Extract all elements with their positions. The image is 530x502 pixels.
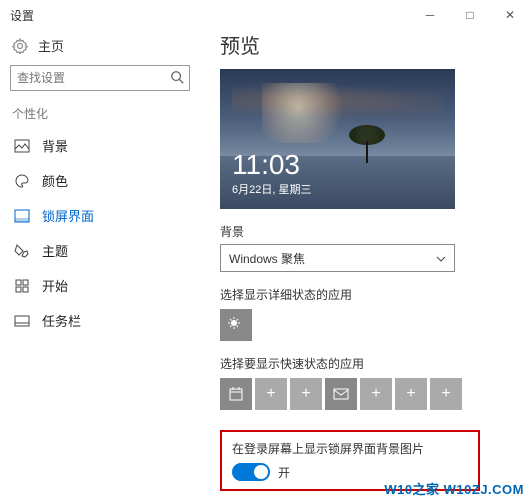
picture-icon <box>14 138 30 154</box>
minimize-button[interactable]: ─ <box>410 0 450 30</box>
quick-status-label: 选择要显示快速状态的应用 <box>220 355 520 372</box>
toggle-state: 开 <box>278 464 290 481</box>
nav-label: 背景 <box>42 136 68 155</box>
maximize-button[interactable]: □ <box>450 0 490 30</box>
nav-label: 任务栏 <box>42 311 81 330</box>
quick-status-add-1[interactable]: + <box>255 378 287 410</box>
calendar-icon <box>228 386 244 402</box>
plus-icon: + <box>371 385 380 403</box>
lockscreen-icon <box>14 208 30 224</box>
nav-label: 颜色 <box>42 171 68 190</box>
preview-heading: 预览 <box>220 30 520 59</box>
search-icon <box>170 70 184 87</box>
mail-icon <box>333 388 349 400</box>
quick-status-add-3[interactable]: + <box>360 378 392 410</box>
search-input[interactable] <box>10 65 190 91</box>
plus-icon: + <box>406 385 415 403</box>
detail-status-label: 选择显示详细状态的应用 <box>220 286 520 303</box>
nav-label: 开始 <box>42 276 68 295</box>
quick-status-app-calendar[interactable] <box>220 378 252 410</box>
nav-label: 锁屏界面 <box>42 206 94 225</box>
start-icon <box>14 278 30 294</box>
quick-status-add-5[interactable]: + <box>430 378 462 410</box>
themes-icon <box>14 243 30 259</box>
taskbar-icon <box>14 313 30 329</box>
plus-icon: + <box>441 385 450 403</box>
close-button[interactable]: ✕ <box>490 0 530 30</box>
plus-icon: + <box>266 385 275 403</box>
preview-date: 6月22日, 星期三 <box>232 181 311 197</box>
window-title: 设置 <box>10 7 34 24</box>
quick-status-app-mail[interactable] <box>325 378 357 410</box>
lockscreen-preview: 11:03 6月22日, 星期三 <box>220 69 455 209</box>
background-dropdown[interactable]: Windows 聚焦 <box>220 244 455 272</box>
home-label: 主页 <box>38 36 64 55</box>
dropdown-value: Windows 聚焦 <box>229 250 305 267</box>
preview-time: 11:03 <box>232 149 300 181</box>
weather-icon <box>227 316 245 334</box>
palette-icon <box>14 173 30 189</box>
quick-status-add-4[interactable]: + <box>395 378 427 410</box>
nav-label: 主题 <box>42 241 68 260</box>
plus-icon: + <box>301 385 310 403</box>
quick-status-add-2[interactable]: + <box>290 378 322 410</box>
chevron-down-icon <box>436 251 446 265</box>
login-bg-label: 在登录屏幕上显示锁屏界面背景图片 <box>232 440 468 457</box>
gear-icon <box>12 38 28 54</box>
watermark: W10之家 W10ZJ.COM <box>384 479 524 498</box>
background-label: 背景 <box>220 223 520 240</box>
login-bg-toggle[interactable] <box>232 463 270 481</box>
detail-status-app[interactable] <box>220 309 252 341</box>
